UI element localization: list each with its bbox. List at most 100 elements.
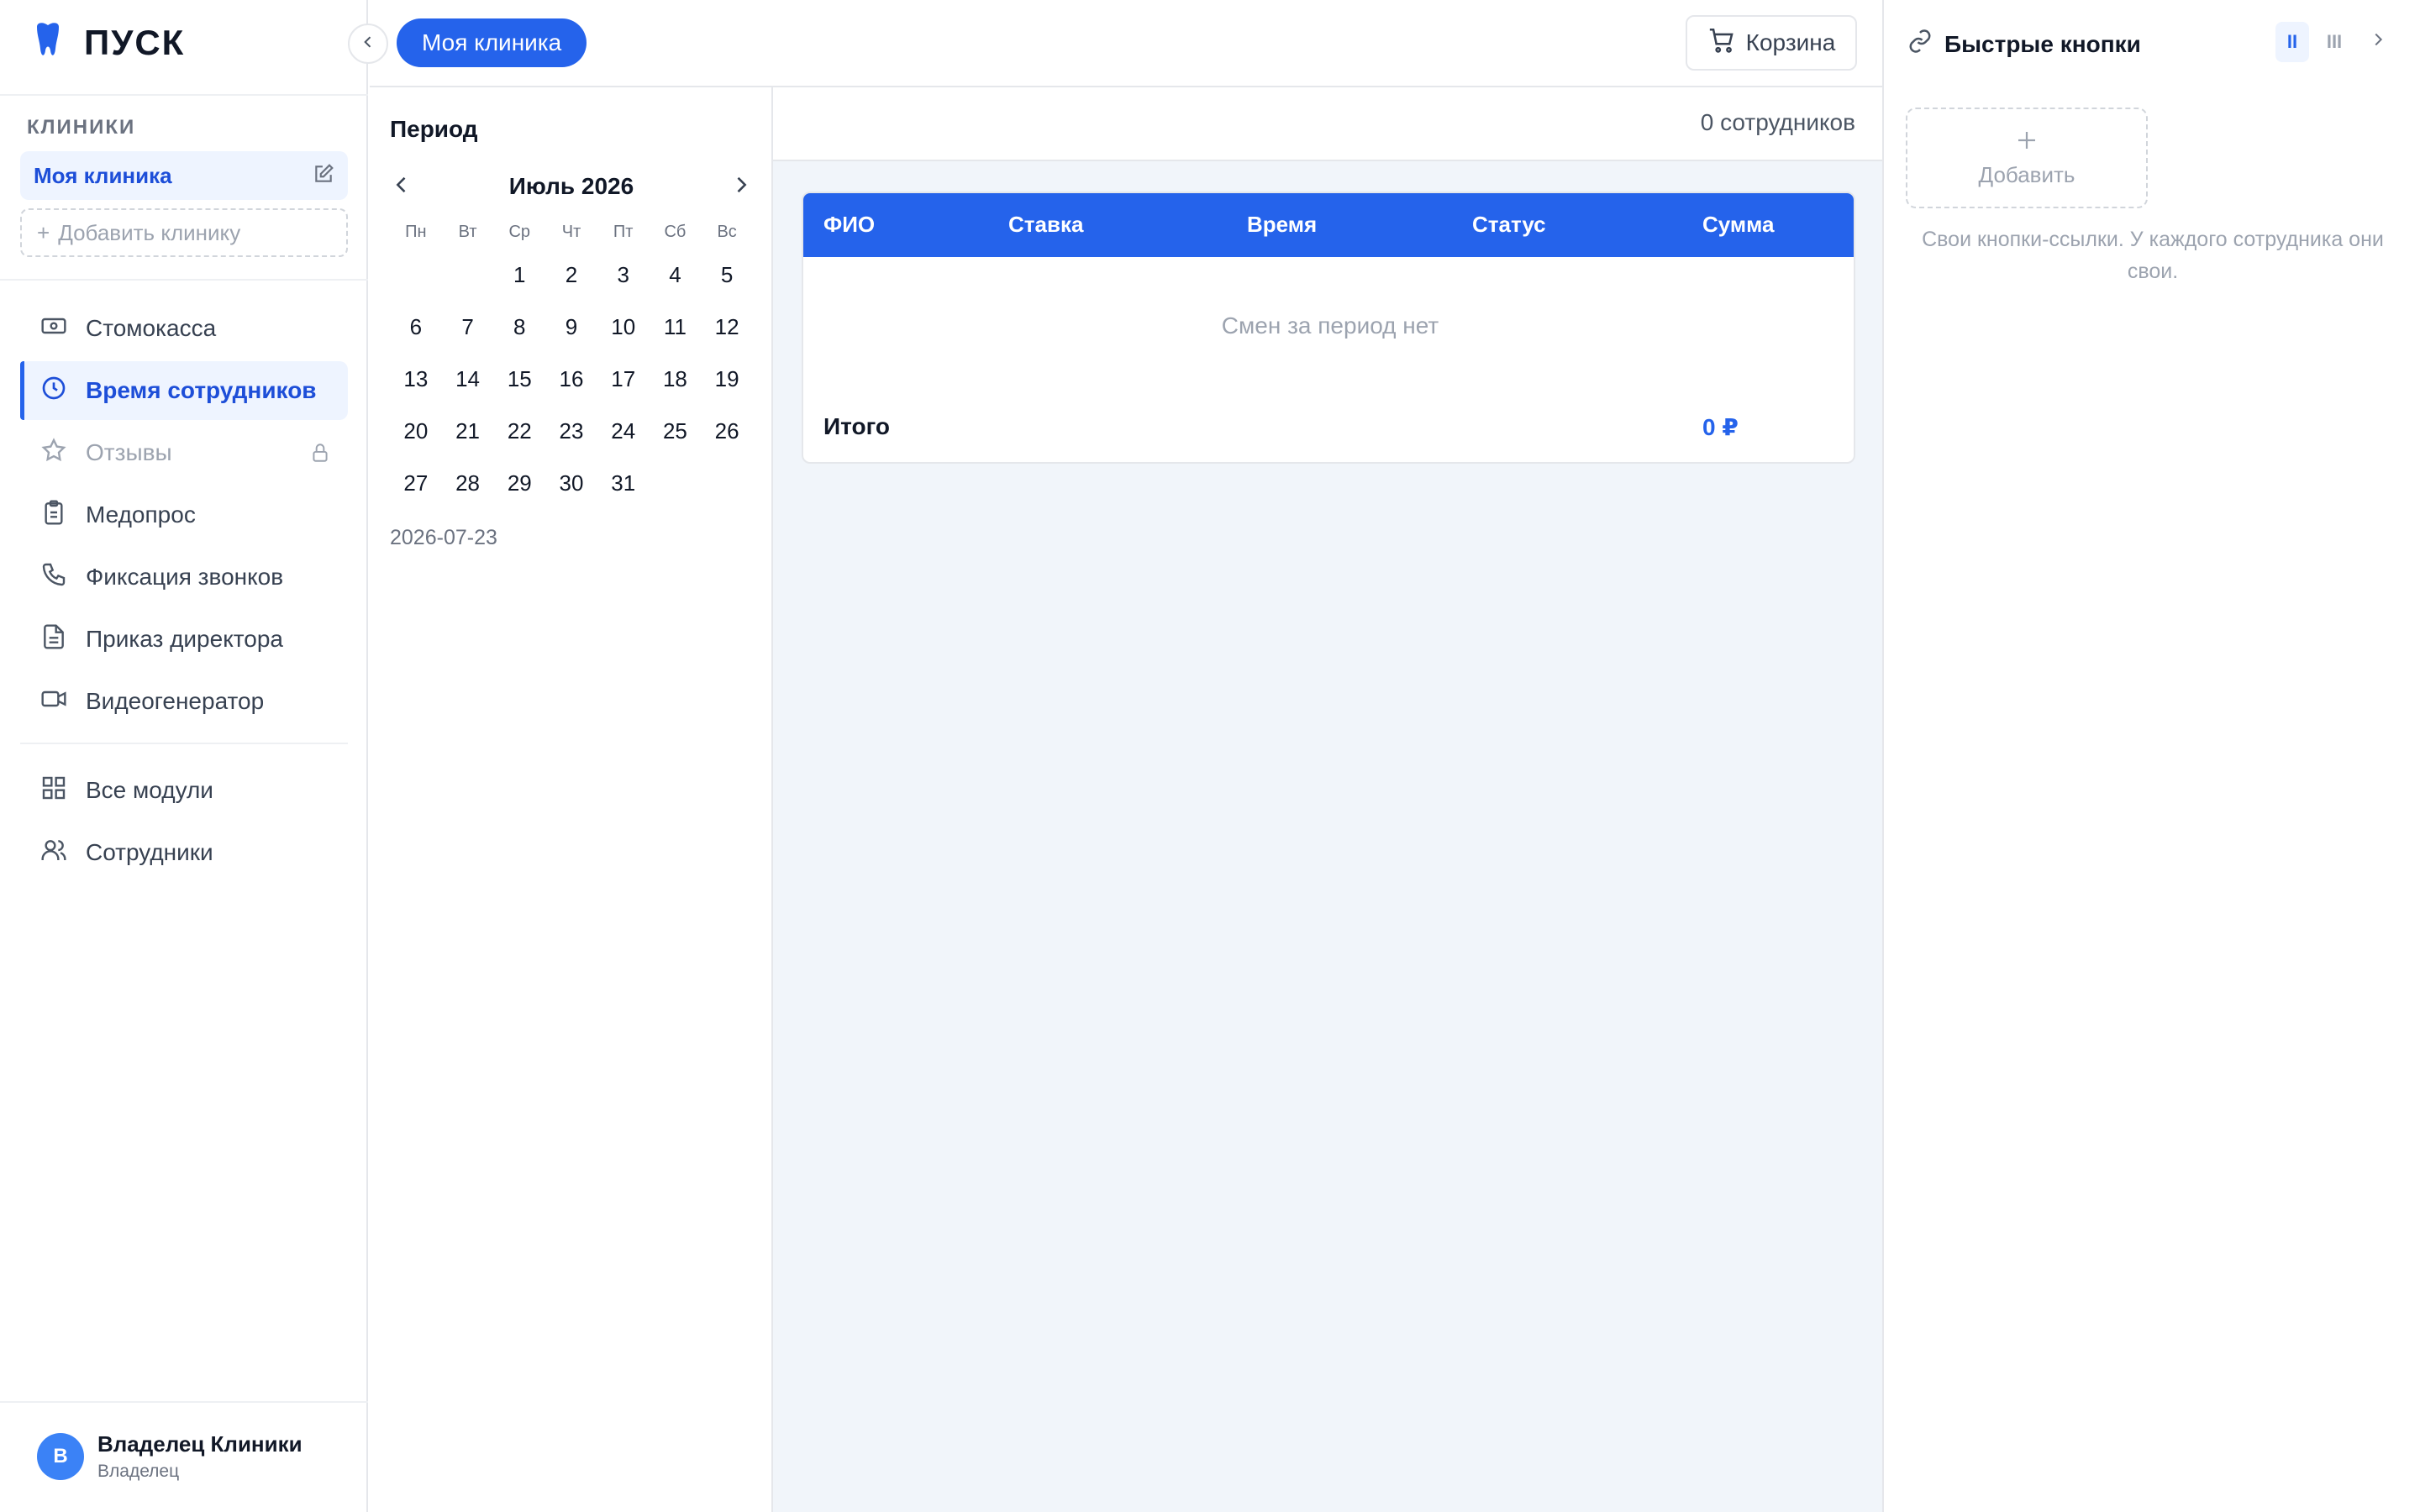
calendar-day[interactable]: 6: [390, 301, 442, 353]
three-columns-toggle[interactable]: III: [2317, 22, 2351, 62]
calendar-day[interactable]: 21: [442, 405, 494, 457]
nav-label: Фиксация звонков: [86, 564, 284, 590]
weekday-label: Пн: [405, 222, 427, 241]
calendar-day[interactable]: 23: [545, 405, 597, 457]
cart-button[interactable]: Корзина: [1686, 15, 1857, 71]
calendar-day[interactable]: 30: [545, 457, 597, 509]
calendar-day[interactable]: 26: [701, 405, 753, 457]
add-quick-button[interactable]: Добавить: [1906, 108, 2148, 208]
user-role: Владелец: [97, 1462, 180, 1481]
column-header-status[interactable]: Статус: [1472, 212, 1546, 238]
video-icon: [40, 685, 67, 718]
divider: [20, 743, 348, 744]
table-header: ФИО Ставка Время Статус Сумма: [803, 193, 1854, 257]
calendar-day[interactable]: 25: [650, 405, 702, 457]
count-bar: 0 сотрудников: [773, 87, 1882, 161]
calendar-day[interactable]: 22: [493, 405, 545, 457]
calendar-day[interactable]: 11: [650, 301, 702, 353]
nav-item-staff-time[interactable]: Время сотрудников: [20, 361, 348, 420]
column-header-rate[interactable]: Ставка: [1008, 212, 1083, 238]
calendar-day[interactable]: 31: [597, 457, 650, 509]
user-profile[interactable]: В Владелец Клиники Владелец: [0, 1401, 368, 1512]
clinic-name: Моя клиника: [34, 162, 172, 188]
calendar-day[interactable]: 20: [390, 405, 442, 457]
calendar-day[interactable]: 7: [442, 301, 494, 353]
total-label: Итого: [823, 413, 890, 439]
period-title: Период: [390, 116, 478, 142]
quick-buttons-title: Быстрые кнопки: [1944, 30, 2141, 57]
calendar-day[interactable]: 28: [442, 457, 494, 509]
calendar-header: Июль 2026: [390, 163, 753, 210]
calendar-day[interactable]: 29: [493, 457, 545, 509]
add-quick-button-label: Добавить: [1978, 162, 2075, 187]
column-header-name[interactable]: ФИО: [823, 212, 875, 238]
calendar-day[interactable]: 2: [545, 249, 597, 301]
calendar-day[interactable]: 9: [545, 301, 597, 353]
cart-icon: [1707, 26, 1736, 60]
nav-item-videogen[interactable]: Видеогенератор: [20, 672, 348, 731]
clinic-item[interactable]: Моя клиника: [20, 151, 348, 200]
calendar-day[interactable]: 10: [597, 301, 650, 353]
cash-icon: [40, 312, 67, 345]
calendar-day[interactable]: 12: [701, 301, 753, 353]
nav-item-calls[interactable]: Фиксация звонков: [20, 548, 348, 606]
prev-month-button[interactable]: [390, 173, 413, 201]
clinic-selector-pill[interactable]: Моя клиника: [397, 18, 587, 67]
divider: [0, 279, 368, 281]
calendar-day[interactable]: 3: [597, 249, 650, 301]
weekday-label: Ср: [508, 222, 531, 241]
chevron-left-icon: [360, 34, 376, 55]
nav-label: Стомокасса: [86, 315, 217, 341]
section-label-clinics: КЛИНИКИ: [27, 116, 136, 139]
nav-item-staff[interactable]: Сотрудники: [20, 823, 348, 882]
calendar-day[interactable]: 8: [493, 301, 545, 353]
calendar-day[interactable]: 24: [597, 405, 650, 457]
empty-state: Смен за период нет: [1221, 312, 1439, 339]
user-name: Владелец Клиники: [97, 1431, 302, 1457]
edit-icon[interactable]: [313, 163, 334, 189]
calendar-day[interactable]: 17: [597, 353, 650, 405]
weekday-label: Пт: [613, 222, 634, 241]
column-header-time[interactable]: Время: [1247, 212, 1317, 238]
logo[interactable]: ПУСК: [34, 22, 185, 63]
two-columns-toggle[interactable]: II: [2275, 22, 2309, 62]
collapse-sidebar-button[interactable]: [348, 24, 388, 64]
calendar-day[interactable]: 18: [650, 353, 702, 405]
calendar-day[interactable]: 15: [493, 353, 545, 405]
star-icon: [40, 437, 67, 470]
calendar-day[interactable]: 5: [701, 249, 753, 301]
nav-item-medopros[interactable]: Медопрос: [20, 486, 348, 544]
users-icon: [40, 837, 67, 869]
calendar-day[interactable]: 1: [493, 249, 545, 301]
avatar: В: [37, 1433, 84, 1480]
phone-icon: [40, 561, 67, 594]
nav-item-stomokassa[interactable]: Стомокасса: [20, 299, 348, 358]
nav-item-director-order[interactable]: Приказ директора: [20, 610, 348, 669]
calendar-grid: Пн Вт Ср Чт Пт Сб Вс 1 2 3 4 5 6 7 8 9 10 11 12 13 14 15 16 17 1…: [390, 215, 753, 509]
add-clinic-button[interactable]: + Добавить клинику: [20, 208, 348, 257]
calendar-day[interactable]: 13: [390, 353, 442, 405]
calendar-day[interactable]: 4: [650, 249, 702, 301]
calendar-empty-cell: [390, 249, 442, 301]
divider: [0, 94, 368, 96]
topbar: Моя клиника Корзина: [370, 0, 1882, 87]
collapse-panel-button[interactable]: [2361, 22, 2395, 62]
calendar-day[interactable]: 16: [545, 353, 597, 405]
nav-item-all-modules[interactable]: Все модули: [20, 761, 348, 820]
column-header-sum[interactable]: Сумма: [1702, 212, 1774, 238]
main-content: 0 сотрудников ФИО Ставка Время Статус Су…: [773, 87, 1882, 1512]
calendar-day[interactable]: 27: [390, 457, 442, 509]
brand-name: ПУСК: [84, 22, 186, 62]
calendar-day[interactable]: 19: [701, 353, 753, 405]
nav-label: Видеогенератор: [86, 688, 265, 714]
calendar-day[interactable]: 14: [442, 353, 494, 405]
lock-icon: [309, 442, 331, 470]
nav-label: Сотрудники: [86, 839, 213, 865]
employee-count: 0 сотрудников: [1700, 109, 1855, 135]
next-month-button[interactable]: [729, 173, 753, 201]
calendar-empty-cell: [442, 249, 494, 301]
weekday-label: Вт: [458, 222, 477, 241]
plus-icon: [2014, 128, 2039, 159]
weekday-label: Чт: [561, 222, 581, 241]
nav-item-reviews[interactable]: Отзывы: [20, 423, 348, 482]
